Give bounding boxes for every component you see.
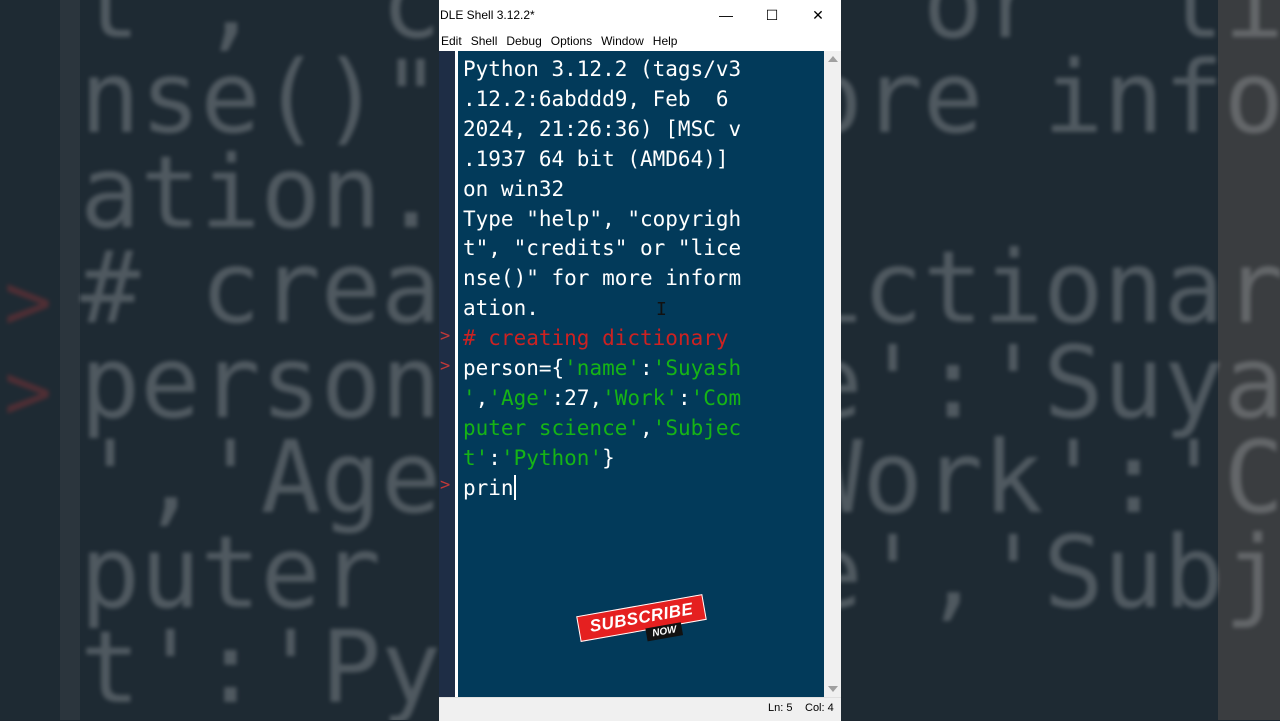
banner-line: nse()" for more inform: [463, 266, 742, 291]
background-gutter: [60, 0, 80, 720]
code-token: }: [602, 445, 615, 470]
code-string: 'Suyash: [652, 356, 742, 381]
current-input[interactable]: prin: [463, 476, 514, 500]
prompt-gutter: > > >: [439, 51, 455, 697]
background-prompt: >: [4, 255, 53, 348]
maximize-button[interactable]: ☐: [749, 0, 795, 30]
status-bar: Ln: 5 Col: 4: [439, 697, 841, 721]
code-string: 'Age': [488, 385, 552, 410]
scroll-up-icon[interactable]: [828, 56, 838, 62]
code-token: :27,: [551, 385, 603, 410]
code-token: person={: [463, 356, 565, 381]
code-string: 'Subjec: [652, 415, 742, 440]
banner-line: Type "help", "copyrigh: [463, 206, 742, 231]
code-string: 'Com: [690, 385, 742, 410]
line-number-status: Ln: 5: [768, 702, 793, 714]
vertical-scrollbar[interactable]: [824, 51, 841, 697]
text-caret: [513, 474, 516, 500]
code-string: puter science': [463, 415, 641, 440]
banner-line: 2024, 21:26:36) [MSC v: [463, 116, 742, 141]
code-string: t': [463, 445, 489, 470]
close-button[interactable]: ✕: [795, 0, 841, 30]
code-token: ,: [475, 385, 489, 410]
code-token: :: [488, 445, 501, 470]
menu-options[interactable]: Options: [549, 34, 597, 48]
code-string: ': [463, 385, 476, 410]
prompt-marker: >: [440, 326, 451, 346]
prompt-marker: >: [440, 356, 451, 376]
banner-line: .12.2:6abddd9, Feb 6: [463, 86, 729, 111]
code-string: 'Work': [602, 385, 678, 410]
code-token: ,: [640, 415, 653, 440]
code-string: 'Python': [500, 445, 603, 470]
banner-line: .1937 64 bit (AMD64)]: [463, 146, 729, 171]
banner-line: Python 3.12.2 (tags/v3: [463, 57, 742, 81]
shell-output: Python 3.12.2 (tags/v3 .12.2:6abddd9, Fe…: [458, 51, 824, 504]
code-comment: # creating dictionary: [463, 326, 729, 351]
banner-line: on win32: [463, 176, 565, 201]
minimize-button[interactable]: —: [703, 0, 749, 30]
background-prompt: >: [4, 345, 53, 438]
code-string: 'name': [564, 356, 641, 381]
title-bar[interactable]: DLE Shell 3.12.2* — ☐ ✕: [439, 0, 841, 30]
mouse-ibeam-cursor-icon: I: [656, 299, 667, 320]
code-token: :: [677, 385, 691, 410]
window-title: DLE Shell 3.12.2*: [440, 8, 535, 22]
banner-line: t", "credits" or "lice: [463, 236, 742, 261]
code-token: :: [640, 356, 653, 381]
banner-line: ation.: [463, 296, 539, 321]
menu-edit[interactable]: Edit: [439, 34, 467, 48]
menu-debug[interactable]: Debug: [504, 34, 546, 48]
column-number-status: Col: 4: [805, 702, 834, 714]
prompt-marker: >: [440, 475, 451, 495]
menu-bar: Edit Shell Debug Options Window Help: [439, 30, 841, 51]
menu-help[interactable]: Help: [651, 34, 683, 48]
scroll-down-icon[interactable]: [828, 686, 838, 692]
menu-window[interactable]: Window: [599, 34, 649, 48]
menu-shell[interactable]: Shell: [469, 34, 503, 48]
